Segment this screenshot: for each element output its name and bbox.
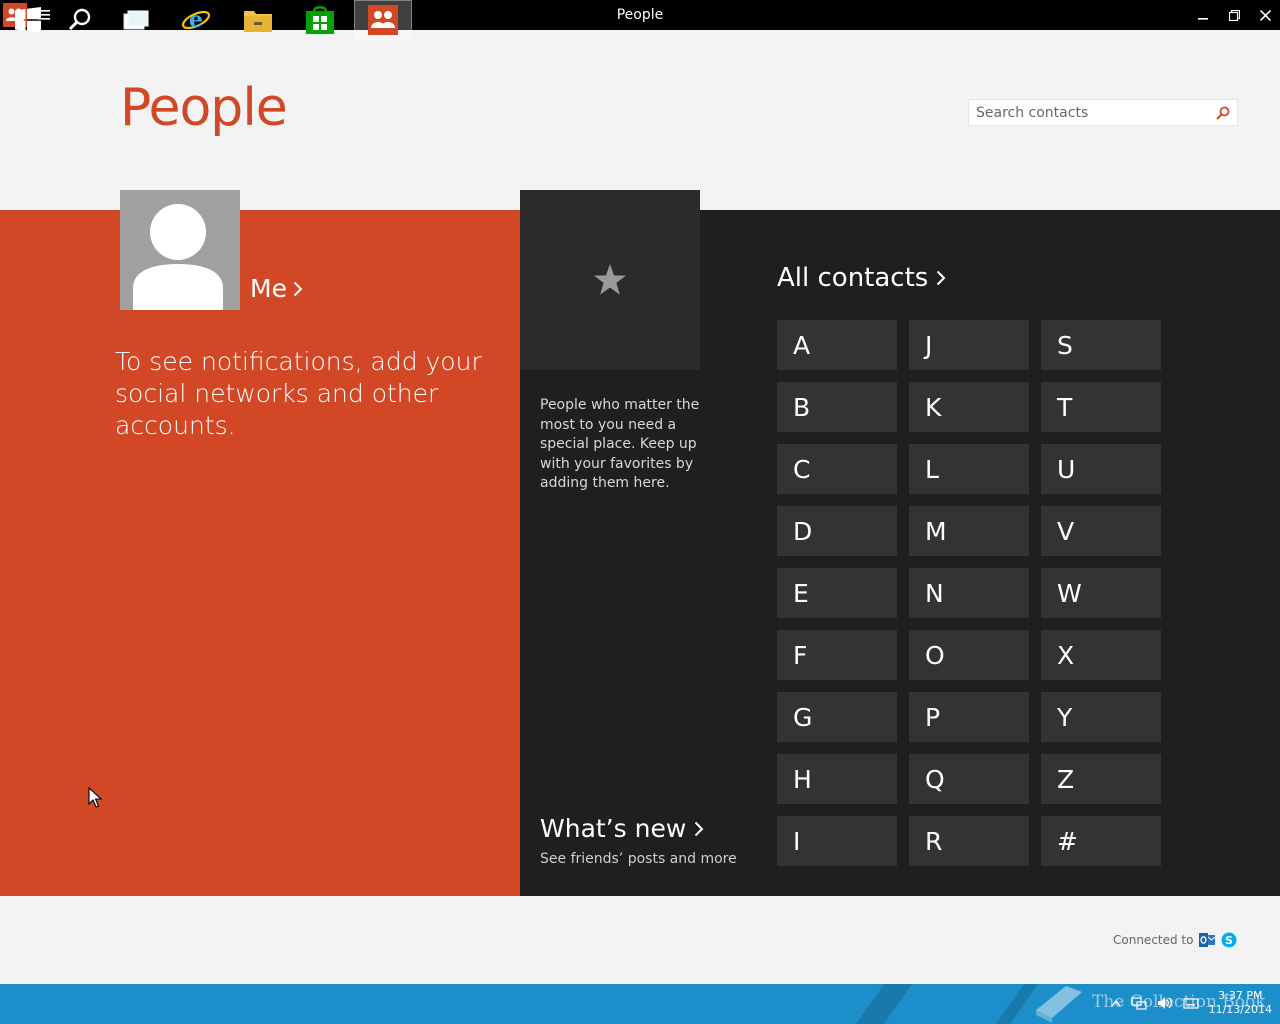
all-contacts-link[interactable]: All contacts [777,263,946,293]
system-tray: 3:37 PM 11/13/2014 [1111,989,1272,1017]
search-button[interactable] [52,0,108,40]
letter-tile[interactable]: J [909,320,1029,370]
restore-icon[interactable] [1219,0,1249,30]
windows-logo-icon [15,7,41,33]
letter-tile[interactable]: Y [1041,692,1161,742]
letter-tile[interactable]: L [909,444,1029,494]
folder-icon [244,11,272,32]
all-contacts-label: All contacts [777,263,929,293]
clock-time: 3:37 PM [1218,989,1263,1002]
whats-new-label: What’s new [540,814,687,843]
letter-tile[interactable]: G [777,692,897,742]
favorites-tile[interactable] [520,190,700,370]
internet-explorer-button[interactable]: e [168,0,224,40]
avatar[interactable] [120,190,240,310]
connected-services: Connected to S [1113,932,1237,948]
letter-tile[interactable]: D [777,506,897,556]
clock[interactable]: 3:37 PM 11/13/2014 [1209,989,1272,1017]
letter-tile[interactable]: M [909,506,1029,556]
letter-tile[interactable]: T [1041,382,1161,432]
letter-tile[interactable]: P [909,692,1029,742]
network-icon[interactable] [1130,996,1147,1010]
letter-tile[interactable]: X [1041,630,1161,680]
letter-tile[interactable]: F [777,630,897,680]
letter-tile[interactable]: I [777,816,897,866]
chevron-up-icon[interactable] [1111,999,1121,1007]
mouse-cursor-icon [88,787,102,808]
letter-tile[interactable]: N [909,568,1029,618]
letter-tile[interactable]: A [777,320,897,370]
star-icon [594,264,626,295]
book-icon [1036,986,1082,1023]
start-button[interactable] [0,0,56,40]
me-label: Me [250,274,287,303]
svg-text:S: S [1226,934,1234,947]
letter-tile[interactable]: W [1041,568,1161,618]
letter-tile[interactable]: O [909,630,1029,680]
letter-tile[interactable]: V [1041,506,1161,556]
letter-tile[interactable]: K [909,382,1029,432]
letter-tile[interactable]: Q [909,754,1029,804]
alphabet-jump-list: A B C D E F G H I J K L M N O P Q R S T U V W X Y Z # [777,320,1161,866]
letter-tile[interactable]: R [909,816,1029,866]
clock-date: 11/13/2014 [1208,1003,1272,1016]
chevron-right-icon [293,281,303,296]
chevron-right-icon [937,270,946,286]
people-icon [368,5,398,35]
outlook-icon[interactable] [1199,932,1216,948]
search-box[interactable] [968,99,1238,126]
chevron-right-icon [695,821,704,836]
volume-icon[interactable] [1157,996,1173,1010]
search-icon[interactable] [1213,103,1233,123]
people-button[interactable] [354,0,412,40]
letter-tile[interactable]: U [1041,444,1161,494]
person-silhouette-icon [133,204,223,310]
search-input[interactable] [976,103,1206,122]
letter-tile[interactable]: B [777,382,897,432]
store-button[interactable] [292,0,348,40]
skype-icon[interactable]: S [1221,932,1237,948]
task-view-icon [123,10,149,30]
search-icon [68,8,91,31]
letter-tile[interactable]: E [777,568,897,618]
letter-tile[interactable]: # [1041,816,1161,866]
internet-explorer-icon: e [181,7,211,33]
minimize-icon[interactable] [1188,0,1218,30]
close-icon[interactable] [1250,0,1280,30]
task-view-button[interactable] [108,0,164,40]
letter-tile[interactable]: S [1041,320,1161,370]
whats-new-link[interactable]: What’s new [540,814,704,843]
notification-prompt: To see notifications, add your social ne… [115,347,482,440]
store-icon [306,6,334,34]
file-explorer-button[interactable] [230,0,286,40]
letter-tile[interactable]: C [777,444,897,494]
me-panel [0,210,520,896]
page-title: People [120,78,288,138]
favorites-description: People who matter the most to you need a… [540,397,700,491]
svg-text:e: e [189,7,203,33]
keyboard-icon[interactable] [1182,996,1199,1010]
letter-tile[interactable]: Z [1041,754,1161,804]
whats-new-subtitle: See friends’ posts and more [540,851,737,867]
letter-tile[interactable]: H [777,754,897,804]
connected-label: Connected to [1113,933,1194,947]
me-link[interactable]: Me [250,274,303,303]
